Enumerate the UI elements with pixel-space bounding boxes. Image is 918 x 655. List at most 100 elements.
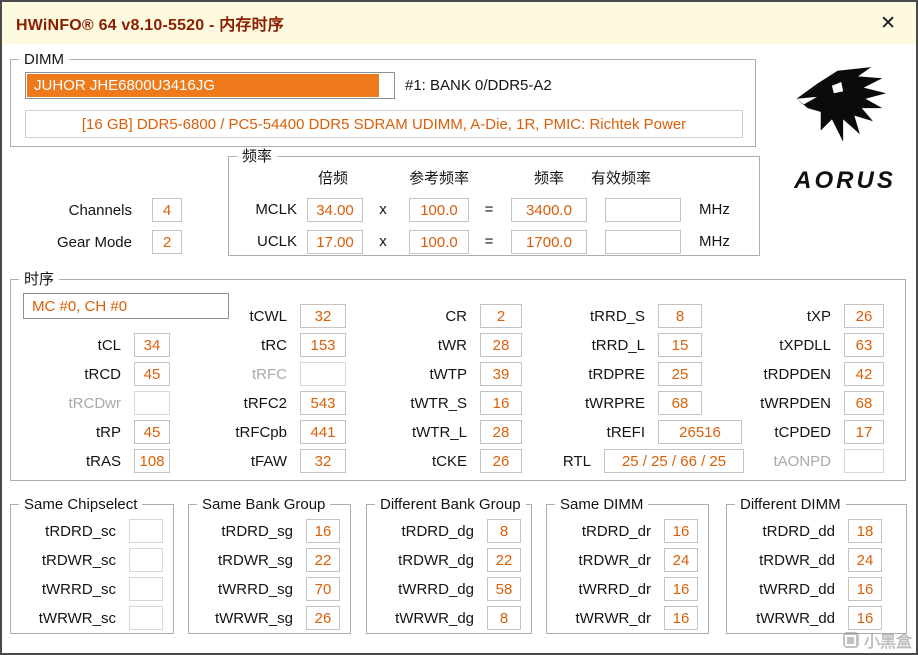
close-icon[interactable]: ✕	[874, 14, 902, 33]
timing-label: tWRRD_dg	[398, 580, 474, 598]
timing-value-field[interactable]: 58	[487, 577, 521, 601]
title-bar[interactable]: HWiNFO® 64 v8.10-5520 - 内存时序 ✕	[2, 2, 916, 44]
timing-value-field[interactable]: 16	[664, 577, 698, 601]
timing-value-field[interactable]: 45	[134, 420, 170, 444]
timing-tcwl: tCWL 32	[191, 304, 346, 328]
dimm-combobox-edge	[379, 74, 393, 97]
gear-mode-label: Gear Mode	[56, 233, 132, 251]
timing-value-field[interactable]: 26	[306, 606, 340, 630]
timing-tras: tRAS 108	[21, 449, 170, 473]
timing-trcdwr: tRCDwr	[21, 391, 170, 415]
timing-value-field[interactable]: 16	[848, 606, 882, 630]
timing-value-field[interactable]: 15	[658, 333, 702, 357]
dimm-selector-combobox[interactable]: JUHOR JHE6800U3416JG	[25, 72, 395, 99]
timing-trfc: tRFC	[191, 362, 346, 386]
timing-twr: tWR 28	[367, 333, 522, 357]
timing-value-field[interactable]: 8	[658, 304, 702, 328]
timing-trrd-l: tRRD_L 15	[541, 333, 702, 357]
uclk-effective-field	[605, 230, 681, 254]
timing-twrpden: tWRPDEN 68	[727, 391, 884, 415]
mclk-reference-field[interactable]: 100.0	[409, 198, 469, 222]
channels-value-field[interactable]: 4	[152, 198, 182, 222]
xiaoheihe-box-icon	[842, 632, 859, 648]
timing-value-field[interactable]: 26	[480, 449, 522, 473]
timing-value-field	[129, 519, 163, 543]
dimm-description-text: [16 GB] DDR5-6800 / PC5-54400 DDR5 SDRAM…	[81, 115, 687, 133]
timing-value-field	[844, 449, 884, 473]
multiplier-header: 倍频	[317, 170, 348, 187]
timing-value-field[interactable]: 17	[844, 420, 884, 444]
timing-value-field[interactable]: 153	[300, 333, 346, 357]
timing-value-field[interactable]: 16	[664, 519, 698, 543]
timing-label: tCPDED	[774, 423, 831, 441]
timing-twrpre: tWRPRE 68	[541, 391, 702, 415]
timing-value-field[interactable]: 8	[487, 606, 521, 630]
gear-mode-value-field[interactable]: 2	[152, 230, 182, 254]
timing-value-field[interactable]: 16	[480, 391, 522, 415]
timing-value-field[interactable]: 16	[848, 577, 882, 601]
timing-value-field[interactable]: 543	[300, 391, 346, 415]
timing-value-field[interactable]: 32	[300, 449, 346, 473]
timing-label: tRDRD_dr	[581, 522, 651, 540]
timing-label: tRAS	[85, 452, 121, 470]
mclk-multiplier-field[interactable]: 34.00	[307, 198, 363, 222]
timing-value-field[interactable]: 34	[134, 333, 170, 357]
timing-value-field[interactable]: 32	[300, 304, 346, 328]
timing-value-field	[129, 606, 163, 630]
timing-value-field[interactable]: 16	[306, 519, 340, 543]
timing-value-field[interactable]: 2	[480, 304, 522, 328]
timing-value-field[interactable]: 108	[134, 449, 170, 473]
timing-label: tWRWR_dr	[575, 609, 651, 627]
timing-trdrd-sg: tRDRD_sg 16	[197, 519, 340, 543]
timing-value-field[interactable]: 25 / 25 / 66 / 25	[604, 449, 744, 473]
reference-clock-header: 参考频率	[408, 170, 469, 187]
timing-trfc2: tRFC2 543	[191, 391, 346, 415]
timing-value-field[interactable]: 68	[658, 391, 702, 415]
timing-taonpd: tAONPD	[727, 449, 884, 473]
timing-value-field[interactable]: 18	[848, 519, 882, 543]
uclk-frequency-field[interactable]: 1700.0	[511, 230, 587, 254]
timing-value-field[interactable]: 16	[664, 606, 698, 630]
timing-value-field[interactable]: 26	[844, 304, 884, 328]
timing-value-field[interactable]: 25	[658, 362, 702, 386]
timing-value-field[interactable]: 22	[487, 548, 521, 572]
timing-value-field[interactable]: 68	[844, 391, 884, 415]
equals-sign: =	[484, 201, 494, 218]
timing-label: tAONPD	[773, 452, 831, 470]
timing-value-field[interactable]: 22	[306, 548, 340, 572]
timing-label: tRDWR_dd	[759, 551, 835, 569]
timing-twrwr-sg: tWRWR_sg 26	[197, 606, 340, 630]
timing-value-field[interactable]: 28	[480, 333, 522, 357]
timing-label: tWTR_S	[410, 394, 467, 412]
timing-trrd-s: tRRD_S 8	[541, 304, 702, 328]
timing-txp: tXP 26	[727, 304, 884, 328]
timing-value-field[interactable]: 42	[844, 362, 884, 386]
timing-label: CR	[445, 307, 467, 325]
timing-label: RTL	[562, 452, 591, 470]
equals-sign: =	[484, 233, 494, 250]
uclk-multiplier-field[interactable]: 17.00	[307, 230, 363, 254]
timing-value-field[interactable]: 441	[300, 420, 346, 444]
different-bank-group: Different Bank Group tRDRD_dg 8 tRDWR_dg…	[366, 496, 532, 634]
timing-label: tXPDLL	[779, 336, 831, 354]
mclk-mhz-unit: MHz	[699, 201, 730, 218]
timing-trc: tRC 153	[191, 333, 346, 357]
mclk-frequency-field[interactable]: 3400.0	[511, 198, 587, 222]
timing-value-field[interactable]: 45	[134, 362, 170, 386]
timing-value-field[interactable]: 63	[844, 333, 884, 357]
timing-value-field[interactable]: 8	[487, 519, 521, 543]
timing-label: tRDRD_sg	[221, 522, 293, 540]
timing-tcpded: tCPDED 17	[727, 420, 884, 444]
timing-label: tWRRD_sc	[41, 580, 116, 598]
uclk-reference-field[interactable]: 100.0	[409, 230, 469, 254]
timing-value-field[interactable]: 28	[480, 420, 522, 444]
timing-value-field[interactable]: 39	[480, 362, 522, 386]
timing-value-field[interactable]: 70	[306, 577, 340, 601]
different-bank-group-label: Different Bank Group	[375, 496, 526, 513]
timing-value-field[interactable]: 24	[664, 548, 698, 572]
timing-value-field[interactable]: 24	[848, 548, 882, 572]
timing-label: tWTP	[429, 365, 468, 383]
timing-label: tFAW	[250, 452, 287, 470]
timing-label: tCWL	[249, 307, 288, 325]
timing-twrrd-sc: tWRRD_sc	[19, 577, 163, 601]
